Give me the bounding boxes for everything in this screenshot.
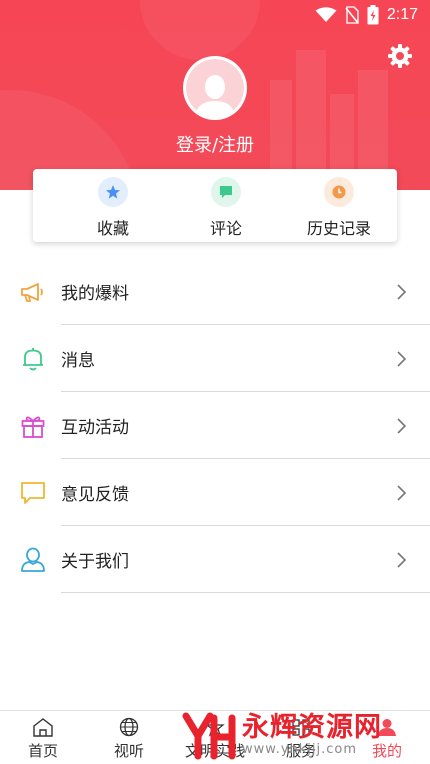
clock-icon — [324, 177, 354, 207]
service-icon — [292, 719, 310, 736]
menu-label: 我的爆料 — [61, 284, 129, 304]
menu-label: 互动活动 — [61, 418, 129, 438]
megaphone-icon — [20, 279, 46, 305]
nav-label: 首页 — [27, 742, 58, 760]
clock-time: 2:17 — [386, 6, 418, 23]
chevron-right-icon — [397, 417, 407, 434]
favorites-label: 收藏 — [96, 219, 129, 238]
quick-actions-card: 收藏 评论 历史记录 — [33, 169, 397, 242]
star-icon — [98, 177, 128, 207]
gift-icon — [20, 413, 46, 439]
settings-gear-icon[interactable] — [386, 42, 414, 70]
home-icon — [33, 718, 53, 737]
menu-item-messages[interactable]: 消息 — [0, 325, 430, 392]
menu-item-my-reports[interactable]: 我的爆料 — [0, 258, 430, 325]
nav-civilization-practice[interactable]: 文明实践 — [172, 711, 258, 764]
nav-home[interactable]: 首页 — [0, 711, 86, 764]
menu-item-about-us[interactable]: 关于我们 — [0, 526, 430, 593]
nav-audio-visual[interactable]: 视听 — [86, 711, 172, 764]
menu-item-feedback[interactable]: 意见反馈 — [0, 459, 430, 526]
chevron-right-icon — [397, 283, 407, 300]
nav-mine[interactable]: 我的 — [344, 711, 430, 764]
user-icon — [20, 547, 46, 573]
profile-icon — [378, 719, 396, 736]
menu-label: 关于我们 — [61, 552, 129, 572]
comments-button[interactable]: 评论 — [186, 169, 266, 242]
nav-label: 视听 — [113, 742, 144, 760]
history-button[interactable]: 历史记录 — [299, 169, 379, 242]
bell-icon — [20, 346, 46, 372]
feedback-bubble-icon — [20, 480, 46, 506]
login-register-link[interactable]: 登录/注册 — [0, 131, 430, 157]
nav-label: 我的 — [371, 742, 402, 760]
nav-label: 服务 — [285, 742, 316, 760]
nav-label: 文明实践 — [184, 742, 245, 760]
default-avatar-icon — [186, 59, 244, 117]
battery-icon — [367, 5, 379, 25]
chevron-right-icon — [397, 551, 407, 568]
chevron-right-icon — [397, 484, 407, 501]
practice-icon — [205, 717, 225, 737]
wifi-icon — [315, 7, 337, 22]
favorites-button[interactable]: 收藏 — [73, 169, 153, 242]
no-sim-icon — [345, 6, 359, 24]
divider — [61, 592, 430, 593]
menu-label: 消息 — [61, 351, 95, 371]
comment-icon — [211, 177, 241, 207]
decor-buildings — [270, 40, 390, 190]
globe-icon — [119, 717, 139, 737]
profile-header: 2:17 登录/注册 — [0, 0, 430, 190]
avatar[interactable] — [183, 56, 247, 120]
menu-item-activities[interactable]: 互动活动 — [0, 392, 430, 459]
menu-label: 意见反馈 — [61, 485, 129, 505]
nav-services[interactable]: 服务 — [258, 711, 344, 764]
settings-menu: 我的爆料 消息 互动活动 意见反馈 关于我们 — [0, 258, 430, 593]
status-bar: 2:17 — [0, 0, 430, 30]
screen: 2:17 登录/注册 收藏 评论 历史记录 我的爆料 消息 互动活动 意见反馈 … — [0, 0, 430, 764]
chevron-right-icon — [397, 350, 407, 367]
history-label: 历史记录 — [306, 219, 371, 238]
bottom-nav: 首页 视听 文明实践 服务 我的 — [0, 710, 430, 764]
comments-label: 评论 — [209, 219, 242, 238]
